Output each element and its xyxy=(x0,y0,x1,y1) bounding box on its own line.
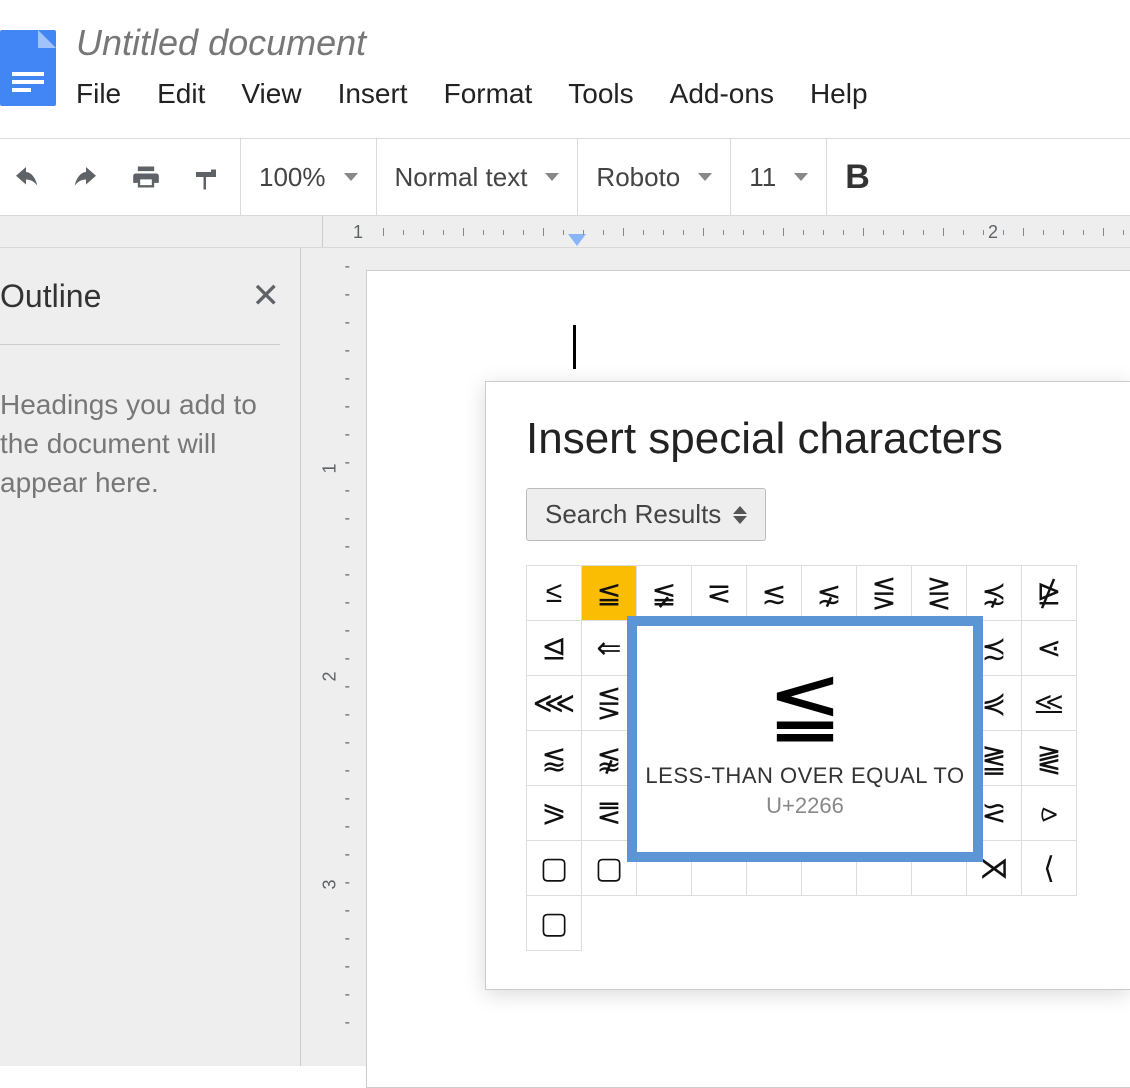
character-grid: ≤≦≨⋜≲⋦⋚⋛⋨⋭⊴⇐≾⋖⋘⋚⋞⪣⪅⪉⪒⪔⪖⪙⪝⪧▢▢⋊⟨ ≦ LESS-TH… xyxy=(526,565,1077,896)
special-characters-dialog: Insert special characters Search Results… xyxy=(485,381,1130,990)
character-cell[interactable]: ≤ xyxy=(527,566,582,621)
menu-tools[interactable]: Tools xyxy=(568,78,633,110)
chevron-down-icon xyxy=(545,173,559,181)
character-cell[interactable]: ⪅ xyxy=(527,731,582,786)
menu-file[interactable]: File xyxy=(76,78,121,110)
character-cell[interactable]: ⊴ xyxy=(527,621,582,676)
menu-insert[interactable]: Insert xyxy=(338,78,408,110)
menu-view[interactable]: View xyxy=(241,78,301,110)
chevron-down-icon xyxy=(794,173,808,181)
menu-add-ons[interactable]: Add-ons xyxy=(670,78,774,110)
menu-help[interactable]: Help xyxy=(810,78,868,110)
chevron-down-icon xyxy=(698,173,712,181)
character-cell[interactable]: ⪧ xyxy=(1022,786,1077,841)
toolbar: 100% Normal text Roboto 11 B xyxy=(0,138,1130,216)
character-cell[interactable]: ⪔ xyxy=(1022,731,1077,786)
sort-arrows-icon xyxy=(733,506,747,524)
preview-name: LESS-THAN OVER EQUAL TO xyxy=(645,763,964,789)
character-cell[interactable]: ⋚ xyxy=(857,566,912,621)
character-cell[interactable]: ⋛ xyxy=(912,566,967,621)
character-cell[interactable]: ⋜ xyxy=(692,566,747,621)
preview-glyph: ≦ xyxy=(767,659,842,749)
font-size-select[interactable]: 11 xyxy=(749,162,808,193)
character-cell[interactable]: ≲ xyxy=(747,566,802,621)
zoom-select[interactable]: 100% xyxy=(259,162,358,193)
text-cursor xyxy=(573,325,576,369)
indent-marker-icon[interactable] xyxy=(568,234,586,246)
paragraph-style-select[interactable]: Normal text xyxy=(395,162,560,193)
character-cell[interactable]: ≦ xyxy=(582,566,637,621)
docs-app-icon[interactable] xyxy=(0,30,56,106)
category-dropdown[interactable]: Search Results xyxy=(526,488,766,541)
character-cell[interactable]: ⋘ xyxy=(527,676,582,731)
font-select[interactable]: Roboto xyxy=(596,162,712,193)
character-cell[interactable]: ⋨ xyxy=(967,566,1022,621)
undo-icon[interactable] xyxy=(10,161,42,193)
document-title[interactable]: Untitled document xyxy=(76,22,1130,64)
redo-icon[interactable] xyxy=(70,161,102,193)
print-icon[interactable] xyxy=(130,161,162,193)
character-cell[interactable]: ⟨ xyxy=(1022,841,1077,896)
character-cell[interactable]: ▢ xyxy=(527,896,582,951)
horizontal-ruler[interactable]: 1 2 xyxy=(0,216,1130,248)
paint-format-icon[interactable] xyxy=(190,161,222,193)
header: Untitled document File Edit View Insert … xyxy=(0,0,1130,138)
bold-button[interactable]: B xyxy=(827,158,888,197)
character-cell[interactable]: ⋖ xyxy=(1022,621,1077,676)
character-cell[interactable]: ⪖ xyxy=(527,786,582,841)
outline-hint: Headings you add to the document will ap… xyxy=(0,385,280,503)
dialog-title: Insert special characters xyxy=(526,414,1090,464)
character-preview: ≦ LESS-THAN OVER EQUAL TO U+2266 xyxy=(627,616,983,862)
vertical-ruler[interactable]: ----------------------------123 xyxy=(300,248,358,1066)
outline-panel: Outline ✕ Headings you add to the docume… xyxy=(0,248,300,1066)
menu-edit[interactable]: Edit xyxy=(157,78,205,110)
preview-code: U+2266 xyxy=(766,793,844,819)
close-icon[interactable]: ✕ xyxy=(252,276,281,316)
character-cell[interactable]: ⪣ xyxy=(1022,676,1077,731)
chevron-down-icon xyxy=(344,173,358,181)
character-cell[interactable]: ▢ xyxy=(527,841,582,896)
outline-title: Outline xyxy=(0,278,101,315)
menu-bar: File Edit View Insert Format Tools Add-o… xyxy=(76,78,1130,110)
document-page[interactable]: Insert special characters Search Results… xyxy=(366,270,1130,1088)
character-cell[interactable]: ≨ xyxy=(637,566,692,621)
menu-format[interactable]: Format xyxy=(444,78,533,110)
character-cell[interactable]: ⋦ xyxy=(802,566,857,621)
character-cell[interactable]: ⋭ xyxy=(1022,566,1077,621)
